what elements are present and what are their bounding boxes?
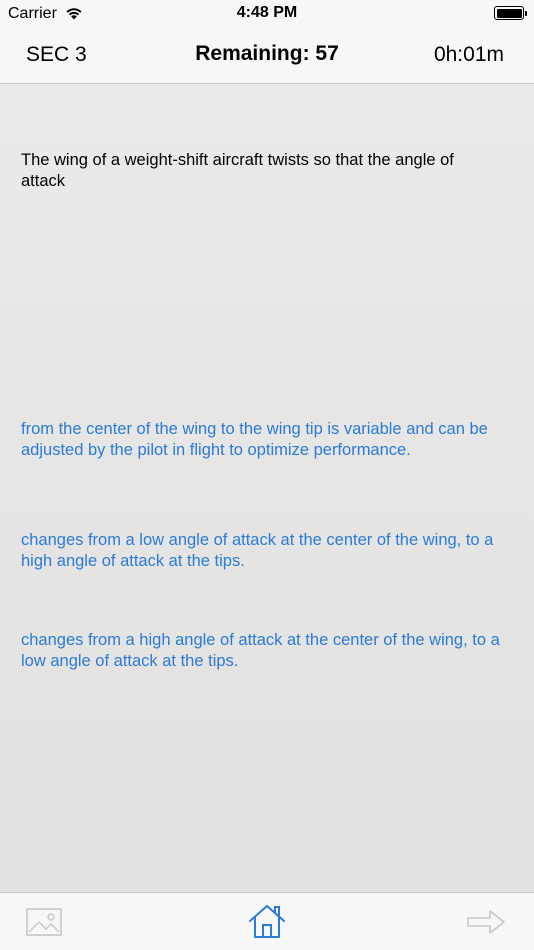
arrow-right-icon[interactable] [466, 908, 506, 936]
home-icon[interactable] [248, 903, 286, 939]
nav-bar: SEC 3 Remaining: 57 0h:01m [0, 30, 534, 84]
status-bar: Carrier 4:48 PM [0, 0, 534, 30]
elapsed-timer: 0h:01m [433, 43, 504, 66]
status-time: 4:48 PM [236, 4, 298, 21]
question-area: The wing of a weight-shift aircraft twis… [0, 84, 534, 892]
answer-option-3[interactable]: changes from a high angle of attack at t… [21, 630, 516, 672]
screen: Carrier 4:48 PM SEC 3 Remaining: 57 0h:0… [0, 0, 534, 950]
question-text: The wing of a weight-shift aircraft twis… [21, 151, 454, 190]
answer-option-2[interactable]: changes from a low angle of attack at th… [21, 530, 516, 572]
answer-option-1[interactable]: from the center of the wing to the wing … [21, 419, 516, 461]
image-icon[interactable] [26, 907, 62, 937]
battery-icon [494, 6, 527, 20]
tab-bar [0, 892, 534, 950]
